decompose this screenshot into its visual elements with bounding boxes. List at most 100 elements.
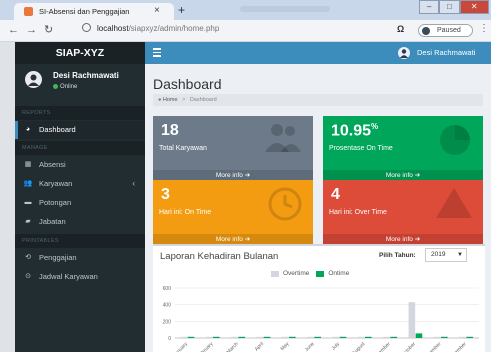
page-title: Dashboard	[153, 76, 222, 92]
bar-ontime-september	[390, 336, 397, 338]
hamburger-menu-icon[interactable]	[153, 48, 161, 59]
breadcrumb-separator: >	[182, 97, 186, 103]
calendar-icon: ▦	[24, 161, 32, 168]
bar-ontime-april	[263, 336, 271, 338]
briefcase-icon: ▰	[25, 218, 31, 225]
breadcrumb-current: Dashboard	[189, 97, 217, 103]
browser-menu-icon[interactable]: ⋮	[479, 23, 489, 34]
legend-label-overtime: Overtime	[283, 270, 310, 277]
x-tick-label: February	[196, 341, 215, 352]
avatar	[25, 71, 42, 88]
user-avatar-icon	[400, 49, 408, 58]
y-tick-label: 600	[163, 286, 172, 292]
x-tick-label: September	[370, 341, 392, 352]
y-tick-label: 400	[163, 303, 172, 309]
attendance-bar-chart: 0 200 400 600 January February March April May Ju…	[163, 286, 479, 352]
brand-logo[interactable]: SIAP-XYZ	[15, 42, 145, 64]
y-tick-label: 0	[168, 336, 171, 342]
extension-omega-icon[interactable]: Ω	[397, 24, 404, 34]
tab-close-button[interactable]: ×	[154, 5, 160, 16]
chevron-down-icon: ▼	[457, 252, 463, 258]
bar-overtime-july	[332, 336, 340, 338]
year-select[interactable]: 2019 ▼	[425, 248, 467, 262]
bar-ontime-march	[238, 336, 245, 338]
bar-overtime-december	[459, 336, 466, 338]
navbar-avatar[interactable]	[398, 47, 410, 59]
bar-ontime-november	[441, 336, 448, 338]
box-value: 10.95%	[331, 122, 379, 140]
users-icon	[263, 122, 303, 154]
clock-icon	[267, 186, 303, 224]
browser-tab-bar: SI-Absensi dan Penggajian × + – □ ✕	[0, 0, 491, 20]
bar-ontime-february	[213, 336, 220, 338]
bar-ontime-june	[314, 336, 321, 338]
year-value: 2019	[431, 251, 446, 258]
bar-overtime-may	[281, 336, 289, 338]
box-value: 3	[161, 186, 170, 203]
bar-overtime-september	[383, 336, 390, 338]
sidebar-item-jabatan[interactable]: ▰ Jabatan	[15, 213, 145, 231]
maximize-button[interactable]: □	[439, 0, 460, 14]
sidebar-item-potongan[interactable]: ▬ Potongan	[15, 194, 145, 212]
section-manage: MANAGE	[15, 141, 145, 155]
sidebar-item-label: Dashboard	[39, 125, 76, 134]
window-controls: – □ ✕	[419, 0, 489, 14]
info-box-total-karyawan: 18 Total Karyawan More info ➔	[153, 116, 313, 182]
sidebar-item-label: Jadwal Karyawan	[39, 272, 98, 281]
navbar-user-name[interactable]: Desi Rachmawati	[417, 48, 475, 57]
info-box-prosentase-on-time: 10.95% Prosentase On Time More info ➔	[323, 116, 483, 182]
clock-icon: ⊙	[25, 273, 31, 280]
sidebar-item-absensi[interactable]: ▦ Absensi	[15, 156, 145, 174]
box-label: Hari ini: On Time	[159, 209, 212, 216]
close-window-button[interactable]: ✕	[459, 0, 489, 14]
sidebar-item-label: Karyawan	[39, 179, 73, 188]
user-avatar-icon	[28, 74, 39, 86]
bar-ontime-july	[339, 336, 347, 338]
legend-swatch-ontime	[316, 270, 325, 277]
pie-chart-icon	[437, 122, 473, 160]
year-label: Pilih Tahun:	[379, 252, 416, 259]
sidebar-item-label: Potongan	[39, 198, 72, 207]
bar-ontime-august	[365, 336, 372, 338]
x-tick-label: June	[304, 341, 316, 352]
new-tab-button[interactable]: +	[178, 4, 185, 16]
paused-label: Paused	[437, 27, 461, 34]
arrow-circle-right-icon: ➔	[244, 172, 251, 179]
browser-tab[interactable]: SI-Absensi dan Penggajian ×	[14, 3, 174, 20]
file-icon: ▬	[24, 199, 32, 206]
x-tick-label: January	[172, 341, 189, 352]
x-tick-label: July	[331, 341, 342, 352]
arrow-circle-right-icon: ➔	[244, 236, 251, 243]
bar-overtime-april	[256, 336, 264, 338]
bar-ontime-may	[289, 336, 296, 338]
info-box-hari-ini-over-time: 4 Hari ini: Over Time More info ➔	[323, 180, 483, 246]
bar-ontime-january	[187, 336, 195, 338]
blurred-tab-region	[240, 6, 330, 12]
url-field[interactable]: localhost/siapxyz/admin/home.php	[82, 23, 382, 38]
back-icon[interactable]: ←	[8, 24, 19, 36]
y-tick-label: 200	[163, 319, 172, 325]
forward-icon[interactable]: →	[26, 24, 37, 36]
sidebar: SIAP-XYZ Desi Rachmawati Online REPORTS …	[15, 42, 145, 352]
box-value: 18	[161, 122, 179, 139]
x-tick-label: November	[422, 341, 443, 352]
x-tick-label: April	[254, 341, 265, 352]
report-panel: Laporan Kehadiran Bulanan Pilih Tahun: 2…	[153, 244, 485, 352]
chart-legend: Overtime Ontime	[271, 270, 349, 277]
legend-label-ontime: Ontime	[328, 270, 350, 277]
sidebar-item-dashboard[interactable]: ◕ Dashboard	[15, 121, 145, 139]
sidebar-item-penggajian[interactable]: ⟲ Penggajian	[15, 249, 145, 267]
bar-overtime-june	[307, 336, 314, 338]
reload-icon[interactable]: ↻	[44, 24, 53, 36]
chevron-left-icon: ‹	[132, 179, 135, 188]
x-tick-label: May	[279, 341, 290, 352]
favicon-icon	[24, 7, 33, 16]
tab-title: SI-Absensi dan Penggajian	[39, 7, 130, 16]
x-tick-label: August	[351, 341, 367, 352]
breadcrumb-home[interactable]: Home	[163, 97, 178, 103]
sidebar-item-karyawan[interactable]: 👥 Karyawan ‹	[15, 175, 145, 193]
sidebar-item-label: Jabatan	[39, 217, 66, 226]
paused-profile-button[interactable]: Paused	[418, 24, 473, 37]
sidebar-item-jadwal-karyawan[interactable]: ⊙ Jadwal Karyawan	[15, 268, 145, 286]
minimize-button[interactable]: –	[419, 0, 440, 14]
